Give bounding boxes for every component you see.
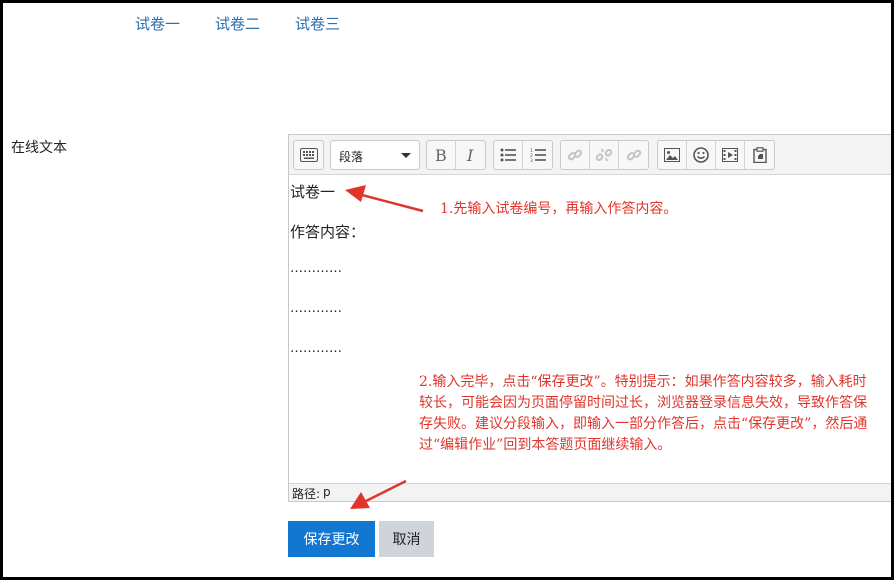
svg-text:3: 3 <box>530 158 533 162</box>
anchor-link-icon[interactable] <box>619 141 648 169</box>
content-line: ………… <box>290 341 342 356</box>
toolbar-group-insert <box>657 140 775 170</box>
bold-icon[interactable]: B <box>427 141 456 169</box>
toolbar-group-text-style: B I <box>426 140 486 170</box>
image-icon[interactable] <box>658 141 687 169</box>
tab-exam-1[interactable]: 试卷一 <box>135 13 180 34</box>
online-text-label: 在线文本 <box>11 140 67 156</box>
paste-icon[interactable] <box>745 141 774 169</box>
toolbar-group-links <box>560 140 649 170</box>
content-line: 试卷一 <box>290 183 336 201</box>
annotation-step-1: 1.先输入试卷编号，再输入作答内容。 <box>440 201 678 217</box>
svg-text:B: B <box>435 147 447 163</box>
save-changes-button[interactable]: 保存更改 <box>288 521 375 557</box>
numbered-list-icon[interactable]: 123 <box>523 141 552 169</box>
toolbar-group-lists: 123 <box>493 140 553 170</box>
chevron-down-icon <box>401 153 411 158</box>
toolbar-group-toggle <box>293 140 324 170</box>
content-line: 作答内容： <box>290 223 366 241</box>
italic-icon[interactable]: I <box>456 141 485 169</box>
content-line: ………… <box>290 301 342 316</box>
editor-statusbar: 路径: p <box>289 483 894 501</box>
tab-exam-3[interactable]: 试卷三 <box>295 13 340 34</box>
svg-text:I: I <box>466 147 474 163</box>
annotation-step-2: 2.输入完毕，点击“保存更改”。特别提示：如果作答内容较多，输入耗时较长，可能会… <box>419 374 868 453</box>
keyboard-icon[interactable] <box>294 141 323 169</box>
bullet-list-icon[interactable] <box>494 141 523 169</box>
tab-exam-2[interactable]: 试卷二 <box>215 13 260 34</box>
unlink-icon[interactable] <box>590 141 619 169</box>
path-element-p[interactable]: p <box>323 485 331 499</box>
link-icon[interactable] <box>561 141 590 169</box>
cancel-button[interactable]: 取消 <box>379 521 434 557</box>
paragraph-format-select[interactable]: 段落 <box>330 140 420 170</box>
editor-toolbar: 段落 B I 123 <box>289 135 894 175</box>
content-line: ………… <box>290 261 342 276</box>
path-label: 路径: <box>292 487 321 501</box>
media-icon[interactable] <box>716 141 745 169</box>
paragraph-format-value: 段落 <box>339 150 364 164</box>
emoticon-icon[interactable] <box>687 141 716 169</box>
